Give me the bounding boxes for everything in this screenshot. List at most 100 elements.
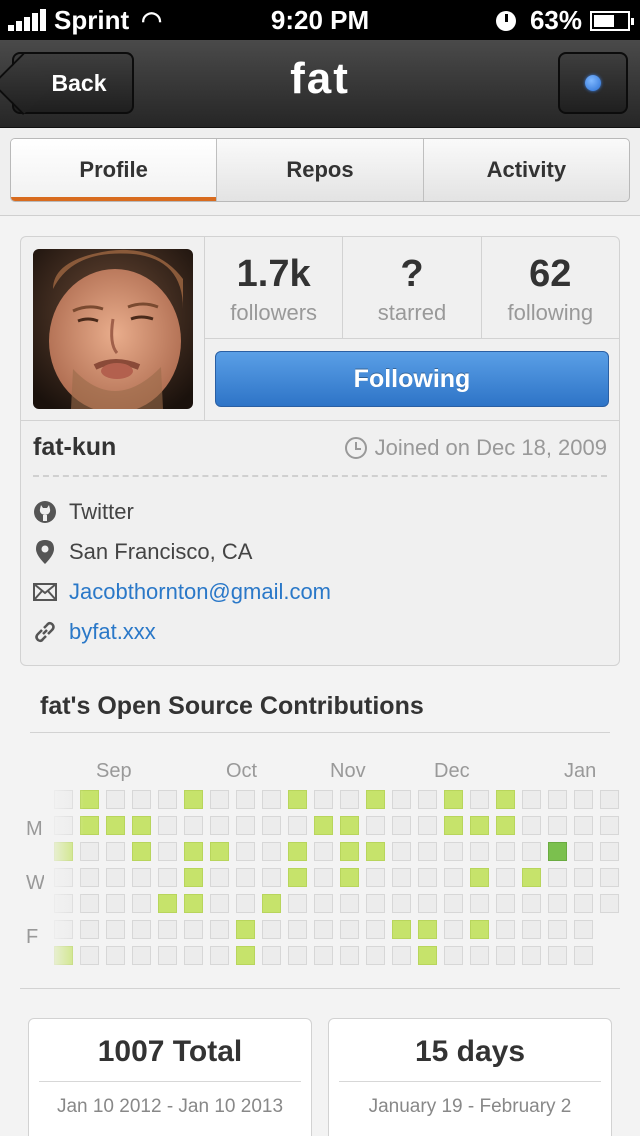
github-cat-icon (33, 500, 57, 524)
contribution-day-cell (522, 894, 541, 913)
battery-percent: 63% (529, 5, 582, 35)
tab-profile[interactable]: Profile (11, 139, 218, 201)
contribution-day-cell (444, 868, 463, 887)
contribution-day-cell (574, 868, 593, 887)
contribution-day-cell (600, 816, 619, 835)
email-link[interactable]: Jacobthornton@gmail.com (69, 579, 331, 605)
contribution-day-cell (444, 920, 463, 939)
contribution-day-cell (184, 920, 203, 939)
contribution-day-cell (236, 816, 255, 835)
contribution-day-cell (574, 790, 593, 809)
contribution-day-cell (496, 868, 515, 887)
contribution-day-cell (158, 920, 177, 939)
clock-icon (344, 437, 367, 459)
contribution-day-cell (262, 790, 281, 809)
contribution-day-cell (210, 894, 229, 913)
contribution-day-cell (236, 790, 255, 809)
contribution-day-cell (470, 868, 489, 887)
contribution-day-cell (600, 894, 619, 913)
divider (30, 732, 610, 733)
mail-icon (33, 580, 57, 604)
contribution-day-cell (522, 816, 541, 835)
blue-dot-icon (585, 75, 601, 91)
contribution-day-cell (158, 816, 177, 835)
following-button[interactable]: Following (215, 351, 609, 407)
contribution-day-cell (418, 894, 437, 913)
divider (339, 1081, 601, 1082)
contribution-day-cell (262, 946, 281, 965)
contribution-day-cell (236, 868, 255, 887)
contribution-day-cell (314, 868, 333, 887)
contribution-day-cell (522, 868, 541, 887)
contribution-day-cell (340, 816, 359, 835)
divider (20, 988, 620, 989)
contribution-day-cell (470, 920, 489, 939)
contribution-day-cell (548, 790, 567, 809)
contribution-day-cell (444, 790, 463, 809)
followers-stat[interactable]: 1.7k followers (205, 237, 344, 339)
starred-stat[interactable]: ? starred (343, 237, 482, 339)
contribution-day-cell (184, 816, 203, 835)
longest-streak-box: 15 days January 19 - February 2 (328, 1018, 612, 1136)
contribution-day-cell (496, 790, 515, 809)
website-link[interactable]: byfat.xxx (69, 619, 156, 645)
followers-label: followers (230, 300, 318, 325)
contribution-day-cell (262, 920, 281, 939)
contribution-day-cell (132, 790, 151, 809)
total-range: Jan 10 2012 - Jan 10 2013 (56, 1096, 284, 1117)
contribution-day-cell (574, 842, 593, 861)
contribution-day-cell (262, 842, 281, 861)
contribution-day-cell (600, 842, 619, 861)
status-dot-button[interactable] (558, 52, 628, 114)
joined-date: Joined on Dec 18, 2009 (344, 435, 607, 461)
contribution-day-cell (392, 894, 411, 913)
contribution-day-cell (288, 946, 307, 965)
contribution-day-cell (288, 920, 307, 939)
weekday-label: F (26, 926, 39, 948)
contribution-day-cell (574, 920, 593, 939)
contribution-day-cell (288, 816, 307, 835)
contribution-day-cell (444, 894, 463, 913)
contribution-day-cell (184, 946, 203, 965)
streak-range: January 19 - February 2 (368, 1096, 572, 1117)
contribution-day-cell (574, 816, 593, 835)
contribution-day-cell (106, 842, 125, 861)
contribution-day-cell (392, 946, 411, 965)
follow-area: Following (205, 339, 619, 421)
email-row[interactable]: Jacobthornton@gmail.com (33, 579, 331, 605)
contribution-day-cell (132, 946, 151, 965)
contribution-day-cell (470, 842, 489, 861)
contribution-day-cell (522, 920, 541, 939)
contribution-day-cell (392, 868, 411, 887)
contribution-day-cell (236, 920, 255, 939)
contribution-day-cell (366, 920, 385, 939)
starred-count: ? (400, 253, 424, 295)
contribution-day-cell (288, 790, 307, 809)
contribution-day-cell (366, 868, 385, 887)
contribution-day-cell (574, 946, 593, 965)
contribution-day-cell (418, 920, 437, 939)
contribution-day-cell (470, 816, 489, 835)
contribution-day-cell (106, 816, 125, 835)
twitter-row[interactable]: Twitter (33, 499, 134, 525)
month-label: Nov (330, 760, 366, 782)
contribution-day-cell (548, 920, 567, 939)
contribution-day-cell (522, 946, 541, 965)
contribution-day-cell (470, 894, 489, 913)
website-row[interactable]: byfat.xxx (33, 619, 156, 645)
tab-repos[interactable]: Repos (217, 139, 424, 201)
page-title: fat (290, 54, 350, 103)
contribution-day-cell (522, 842, 541, 861)
contribution-day-cell (210, 790, 229, 809)
month-label: Dec (434, 760, 470, 782)
following-stat[interactable]: 62 following (481, 237, 619, 339)
battery-icon (590, 10, 634, 31)
tab-activity[interactable]: Activity (424, 139, 629, 201)
avatar[interactable] (33, 249, 193, 409)
contribution-day-cell (210, 946, 229, 965)
contribution-day-cell (106, 920, 125, 939)
following-label: following (507, 300, 594, 325)
contribution-day-cell (366, 946, 385, 965)
contribution-day-cell (158, 868, 177, 887)
contribution-day-cell (106, 868, 125, 887)
